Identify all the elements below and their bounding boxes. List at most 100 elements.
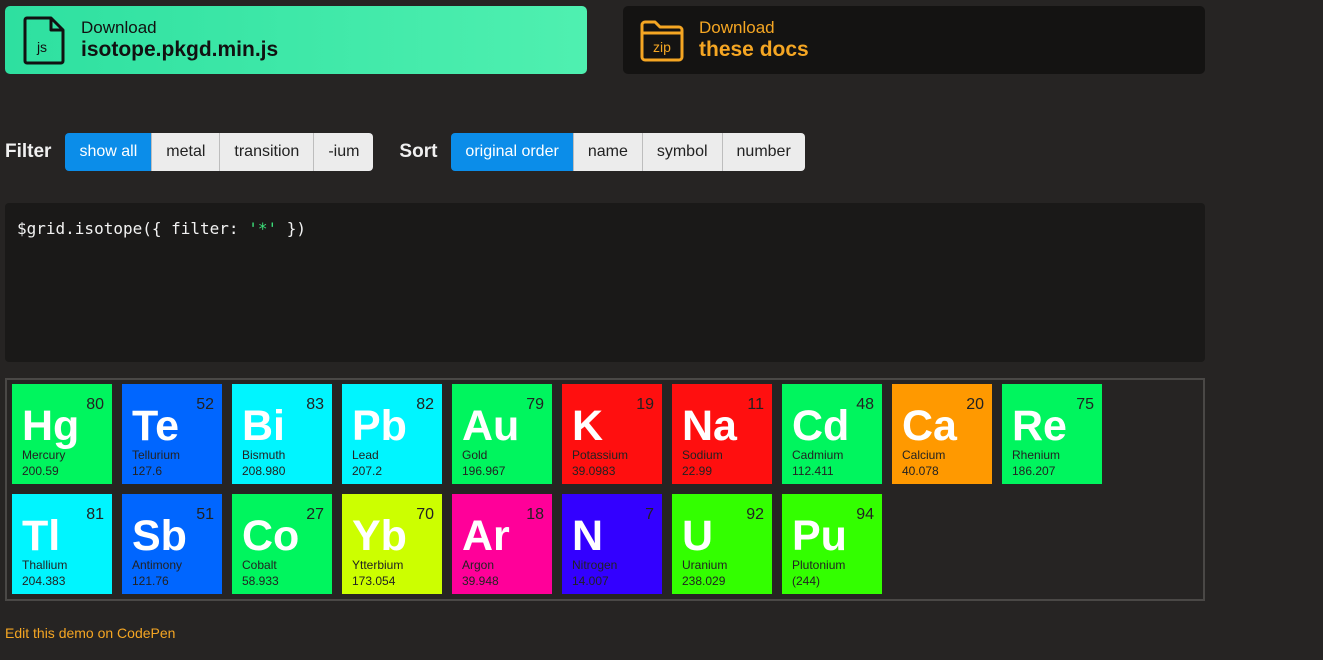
js-file-icon: js — [23, 16, 65, 65]
element-symbol: Yb — [352, 512, 407, 560]
element-symbol: Ca — [902, 402, 957, 450]
element-weight: 200.59 — [22, 464, 59, 478]
element-symbol: Te — [132, 402, 179, 450]
element-tile[interactable]: 18 Ar Argon 39.948 — [452, 494, 552, 594]
element-number: 11 — [747, 396, 764, 413]
element-number: 20 — [966, 396, 984, 413]
element-name: Lead — [352, 448, 379, 462]
element-tile[interactable]: 11 Na Sodium 22.99 — [672, 384, 772, 484]
sort-button-group: original order name symbol number — [451, 133, 805, 171]
element-weight: 186.207 — [1012, 464, 1056, 478]
element-number: 27 — [306, 506, 324, 523]
element-tile[interactable]: 83 Bi Bismuth 208.980 — [232, 384, 332, 484]
download-docs-title: these docs — [699, 37, 809, 61]
element-grid: 80 Hg Mercury 200.59 52 Te Tellurium 127.6 83 Bi B… — [5, 378, 1205, 601]
element-number: 48 — [856, 396, 874, 413]
download-docs-caption: Download — [699, 18, 775, 38]
zip-icon-label: zip — [653, 39, 671, 55]
element-symbol: Cd — [792, 402, 850, 450]
controls-bar: Filter show all metal transition -ium So… — [5, 133, 831, 171]
element-name: Tellurium — [132, 448, 181, 462]
code-suffix: }) — [277, 219, 306, 238]
code-prefix: $grid.isotope({ filter: — [17, 219, 249, 238]
codepen-link[interactable]: Edit this demo on CodePen — [5, 625, 175, 641]
filter-transition-button[interactable]: transition — [220, 133, 315, 171]
element-number: 51 — [196, 506, 214, 523]
download-js-caption: Download — [81, 18, 157, 38]
element-number: 75 — [1076, 396, 1094, 413]
element-symbol: Na — [682, 402, 737, 450]
element-tile[interactable]: 82 Pb Lead 207.2 — [342, 384, 442, 484]
filter-metal-button[interactable]: metal — [152, 133, 221, 171]
element-name: Sodium — [682, 448, 723, 462]
element-symbol: Co — [242, 512, 300, 560]
element-number: 52 — [196, 396, 214, 413]
element-tile[interactable]: 27 Co Cobalt 58.933 — [232, 494, 332, 594]
element-weight: 40.078 — [902, 464, 939, 478]
element-tile[interactable]: 7 N Nitrogen 14.007 — [562, 494, 662, 594]
element-tile[interactable]: 94 Pu Plutonium (244) — [782, 494, 882, 594]
element-symbol: Re — [1012, 402, 1067, 450]
filter-label: Filter — [5, 141, 52, 162]
filter-show-all-button[interactable]: show all — [65, 133, 153, 171]
element-number: 83 — [306, 396, 324, 413]
download-isotope-button[interactable]: js Download isotope.pkgd.min.js — [5, 6, 587, 74]
element-weight: 39.948 — [462, 574, 499, 588]
element-weight: 121.76 — [132, 574, 169, 588]
element-tile[interactable]: 79 Au Gold 196.967 — [452, 384, 552, 484]
element-name: Ytterbium — [352, 558, 404, 572]
element-name: Antimony — [132, 558, 183, 572]
element-weight: 207.2 — [352, 464, 383, 478]
element-tile[interactable]: 52 Te Tellurium 127.6 — [122, 384, 222, 484]
element-weight: 173.054 — [352, 574, 396, 588]
element-name: Mercury — [22, 448, 66, 462]
element-tile[interactable]: 75 Re Rhenium 186.207 — [1002, 384, 1102, 484]
element-name: Uranium — [682, 558, 728, 572]
sort-name-button[interactable]: name — [573, 133, 643, 171]
element-name: Argon — [462, 558, 495, 572]
element-number: 7 — [645, 506, 654, 523]
element-tile[interactable]: 20 Ca Calcium 40.078 — [892, 384, 992, 484]
element-tile[interactable]: 81 Tl Thallium 204.383 — [12, 494, 112, 594]
sort-number-button[interactable]: number — [722, 133, 805, 171]
sort-original-order-button[interactable]: original order — [451, 133, 574, 171]
js-icon-label: js — [36, 39, 47, 55]
element-tile[interactable]: 80 Hg Mercury 200.59 — [12, 384, 112, 484]
element-symbol: Ar — [462, 512, 510, 560]
download-js-filename: isotope.pkgd.min.js — [81, 37, 279, 61]
sort-label: Sort — [399, 141, 438, 162]
filter-button-group: show all metal transition -ium — [65, 133, 374, 171]
element-symbol: Hg — [22, 402, 80, 450]
element-number: 82 — [416, 396, 434, 413]
element-tile[interactable]: 92 U Uranium 238.029 — [672, 494, 772, 594]
element-name: Potassium — [572, 448, 629, 462]
element-name: Nitrogen — [572, 558, 618, 572]
element-tile[interactable]: 70 Yb Ytterbium 173.054 — [342, 494, 442, 594]
element-symbol: N — [572, 512, 604, 560]
element-tile[interactable]: 48 Cd Cadmium 112.411 — [782, 384, 882, 484]
element-number: 81 — [86, 506, 104, 523]
element-symbol: Pu — [792, 512, 847, 560]
zip-folder-icon: zip — [640, 20, 684, 62]
code-string: '*' — [248, 219, 278, 238]
element-number: 94 — [856, 506, 874, 523]
element-number: 80 — [86, 396, 104, 413]
element-weight: 127.6 — [132, 464, 163, 478]
element-name: Rhenium — [1012, 448, 1061, 462]
element-name: Cadmium — [792, 448, 844, 462]
download-docs-button[interactable]: zip Download these docs — [623, 6, 1205, 74]
element-symbol: U — [682, 512, 714, 560]
element-name: Calcium — [902, 448, 946, 462]
element-tile[interactable]: 51 Sb Antimony 121.76 — [122, 494, 222, 594]
filter-ium-button[interactable]: -ium — [314, 133, 374, 171]
sort-symbol-button[interactable]: symbol — [642, 133, 723, 171]
element-symbol: Pb — [352, 402, 407, 450]
element-tile[interactable]: 19 K Potassium 39.0983 — [562, 384, 662, 484]
element-number: 70 — [416, 506, 434, 523]
element-name: Gold — [462, 448, 488, 462]
element-symbol: Tl — [22, 512, 61, 560]
code-display: $grid.isotope({ filter: '*' }) — [5, 203, 1205, 362]
element-weight: 22.99 — [682, 464, 713, 478]
element-weight: 14.007 — [572, 574, 609, 588]
element-name: Thallium — [22, 558, 68, 572]
